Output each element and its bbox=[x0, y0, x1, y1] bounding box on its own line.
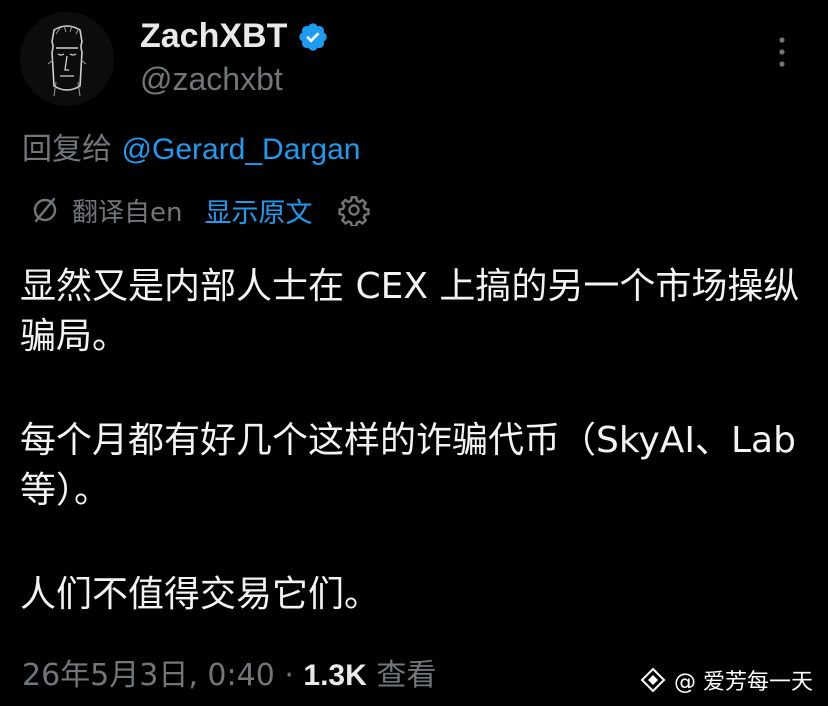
tweet-paragraph: 显然又是内部人士在 CEX 上搞的另一个市场操纵骗局。 bbox=[20, 266, 800, 357]
gear-icon[interactable] bbox=[338, 194, 371, 226]
tweet-paragraph: 每个月都有好几个这样的诈骗代币（SkyAI、Lab 等）。 bbox=[20, 420, 796, 511]
translated-from-label: 翻译自en bbox=[72, 197, 183, 228]
watermark: @ 爱芳每一天 bbox=[640, 664, 813, 696]
views-count: 1.3K bbox=[303, 659, 367, 692]
author-display-name[interactable]: ZachXBT bbox=[140, 14, 287, 58]
meta-separator: · bbox=[274, 658, 304, 693]
views-label: 查看 bbox=[366, 658, 437, 693]
show-original-link[interactable]: 显示原文 bbox=[204, 191, 312, 230]
moai-avatar-icon bbox=[20, 12, 114, 106]
avatar[interactable] bbox=[20, 12, 114, 106]
tweet-meta: 26年5月3日, 0:40 · 1.3K 查看 bbox=[22, 654, 436, 698]
diamond-logo-icon bbox=[640, 667, 666, 693]
translate-icon bbox=[33, 197, 57, 223]
watermark-text: @ 爱芳每一天 bbox=[674, 670, 813, 695]
tweet-timestamp[interactable]: 26年5月3日, 0:40 bbox=[22, 658, 275, 693]
tweet-card: ZachXBT @zachxbt 回复给 @Gerard_Dargan 翻译自e… bbox=[0, 0, 828, 706]
replying-to: 回复给 @Gerard_Dargan bbox=[22, 128, 360, 172]
translation-bar: 翻译自en 显示原文 bbox=[30, 188, 371, 232]
tweet-paragraph: 人们不值得交易它们。 bbox=[20, 574, 381, 615]
author-handle[interactable]: @zachxbt bbox=[140, 58, 283, 100]
replying-to-mention[interactable]: @Gerard_Dargan bbox=[122, 133, 361, 166]
verified-badge-icon bbox=[299, 23, 327, 51]
tweet-text: 显然又是内部人士在 CEX 上搞的另一个市场操纵骗局。 每个月都有好几个这样的诈… bbox=[20, 262, 810, 620]
more-options-icon[interactable] bbox=[770, 32, 794, 72]
replying-to-label: 回复给 bbox=[22, 132, 122, 167]
